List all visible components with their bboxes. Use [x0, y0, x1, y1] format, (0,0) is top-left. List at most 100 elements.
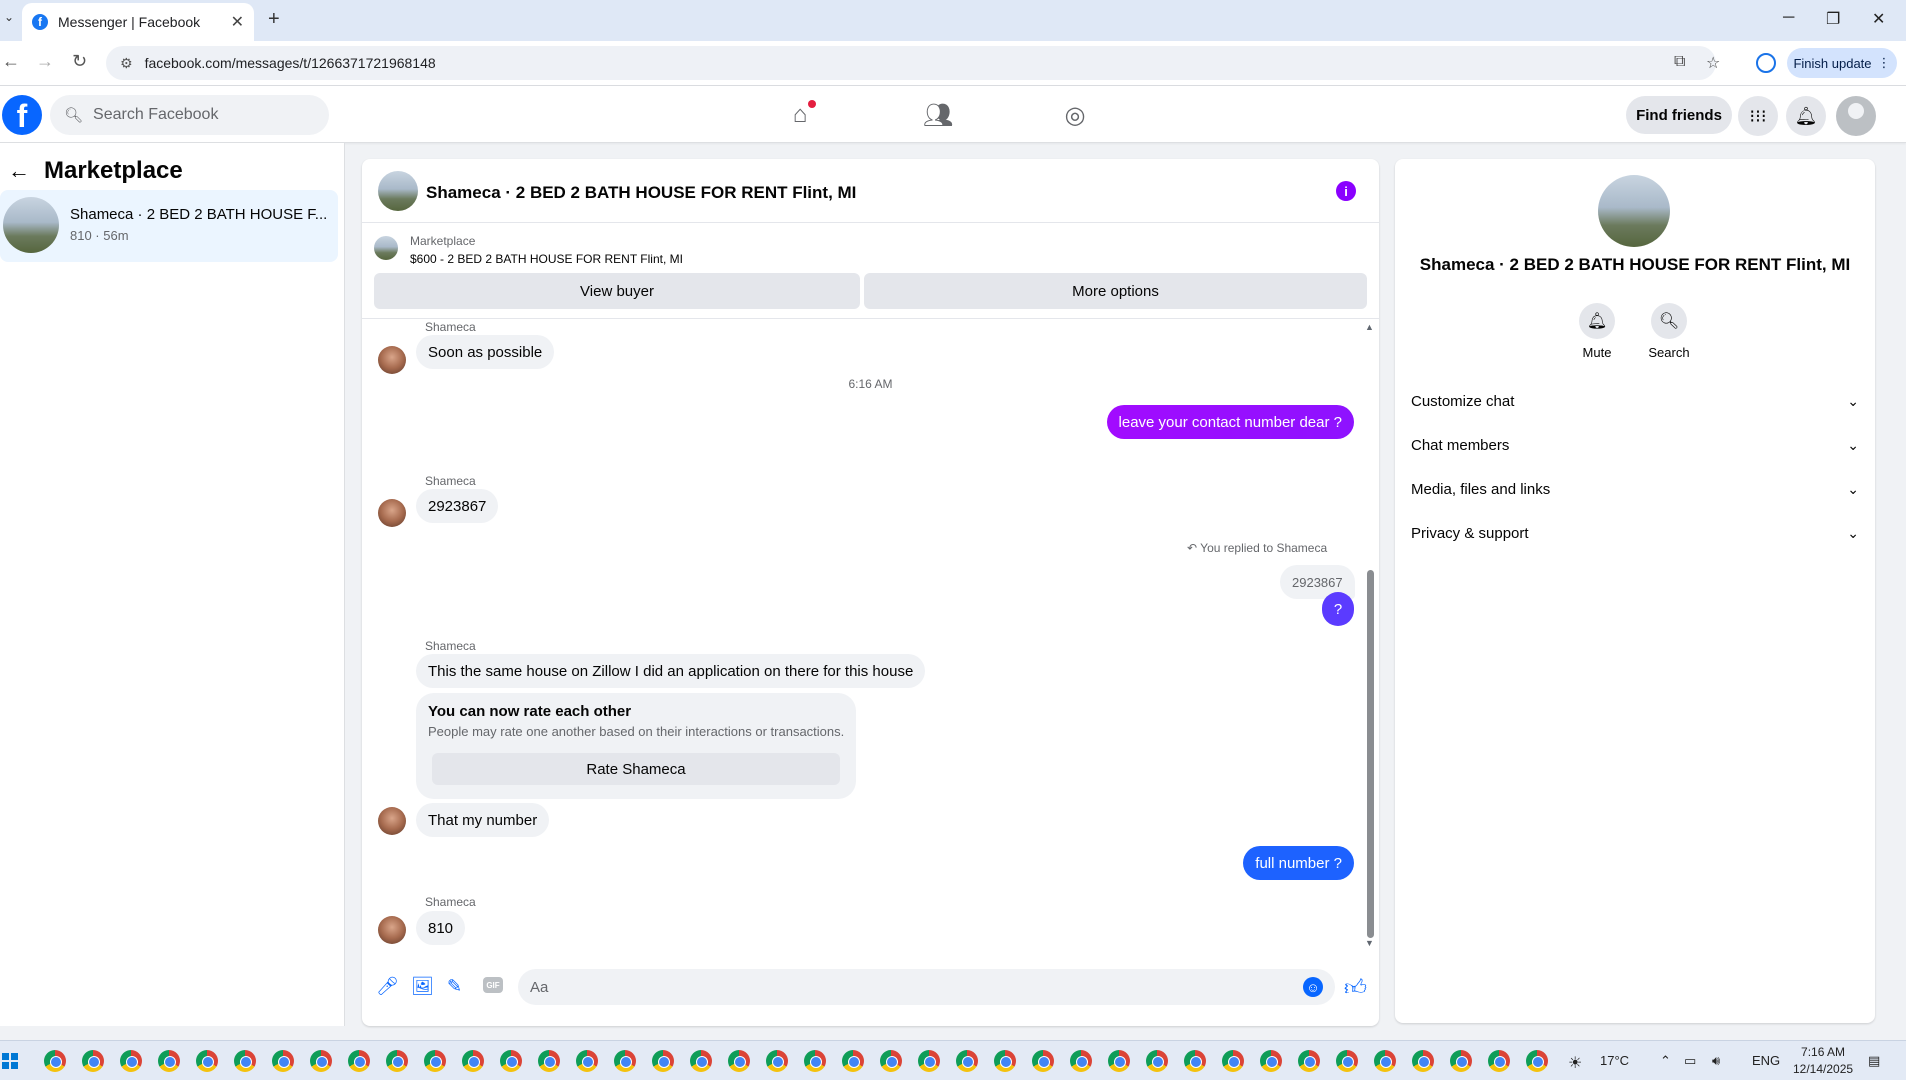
show-hidden-icons-icon[interactable]: ⌃: [1660, 1053, 1671, 1069]
incoming-message[interactable]: That my number: [416, 803, 550, 837]
taskbar-app-icon[interactable]: [82, 1050, 104, 1072]
chat-title[interactable]: Shameca · 2 BED 2 BATH HOUSE FOR RENT Fl…: [426, 183, 856, 203]
taskbar-app-icon[interactable]: [1298, 1050, 1320, 1072]
thumbs-up-icon[interactable]: 👍︎: [1344, 974, 1367, 1001]
forward-icon[interactable]: →: [36, 51, 54, 72]
taskbar-app-icon[interactable]: [1184, 1050, 1206, 1072]
taskbar-app-icon[interactable]: [234, 1050, 256, 1072]
taskbar-app-icon[interactable]: [196, 1050, 218, 1072]
taskbar-app-icon[interactable]: [994, 1050, 1016, 1072]
taskbar-app-icon[interactable]: [1260, 1050, 1282, 1072]
minimize-icon[interactable]: ─: [1783, 9, 1794, 27]
taskbar-app-icon[interactable]: [614, 1050, 636, 1072]
message-list[interactable]: Shameca Soon as possible 6:16 AM leave y…: [362, 320, 1379, 950]
account-avatar[interactable]: [1836, 96, 1876, 136]
taskbar-app-icon[interactable]: [652, 1050, 674, 1072]
facebook-search-input[interactable]: 🔍︎ Search Facebook: [50, 95, 329, 135]
customize-chat-row[interactable]: Customize chat ⌄: [1411, 379, 1859, 423]
chat-members-row[interactable]: Chat members ⌄: [1411, 423, 1859, 467]
scroll-down-icon[interactable]: ▼: [1365, 938, 1374, 948]
close-tab-icon[interactable]: ✕: [231, 12, 244, 32]
taskbar-app-icon[interactable]: [1374, 1050, 1396, 1072]
install-app-icon[interactable]: ⧉: [1674, 53, 1685, 71]
more-options-button[interactable]: More options: [864, 273, 1367, 309]
incoming-message[interactable]: This the same house on Zillow I did an a…: [416, 654, 926, 688]
taskbar-app-icon[interactable]: [918, 1050, 940, 1072]
gif-icon[interactable]: GIF: [483, 977, 503, 993]
taskbar-app-icon[interactable]: [44, 1050, 66, 1072]
notifications-bell-icon[interactable]: 🔔︎: [1786, 96, 1826, 136]
taskbar-app-icon[interactable]: [1450, 1050, 1472, 1072]
emoji-icon[interactable]: ☺: [1303, 977, 1323, 997]
taskbar-app-icon[interactable]: [1032, 1050, 1054, 1072]
rate-shameca-button[interactable]: Rate Shameca: [432, 753, 840, 785]
outgoing-message[interactable]: leave your contact number dear ?: [1106, 405, 1354, 439]
outgoing-message[interactable]: full number ?: [1243, 846, 1354, 880]
sender-avatar[interactable]: [378, 499, 406, 527]
details-thumbnail[interactable]: [1598, 175, 1670, 247]
volume-icon[interactable]: 🔊︎: [1712, 1053, 1720, 1069]
taskbar-app-icon[interactable]: [1146, 1050, 1168, 1072]
tab-search-chevron-icon[interactable]: ⌄: [0, 10, 18, 24]
outgoing-message[interactable]: ?: [1322, 592, 1354, 626]
media-files-links-row[interactable]: Media, files and links ⌄: [1411, 467, 1859, 511]
message-input[interactable]: Aa ☺: [518, 969, 1335, 1005]
message-scrollbar[interactable]: ▲ ▼: [1365, 320, 1375, 950]
info-icon[interactable]: i: [1336, 181, 1356, 201]
photo-icon[interactable]: 🖼︎: [411, 976, 434, 997]
incoming-message[interactable]: 810: [416, 911, 466, 945]
chat-thumbnail[interactable]: [378, 171, 418, 211]
taskbar-app-icon[interactable]: [462, 1050, 484, 1072]
taskbar-app-icon[interactable]: [1070, 1050, 1092, 1072]
browser-tab[interactable]: f Messenger | Facebook ✕: [22, 3, 254, 41]
incoming-message[interactable]: Soon as possible: [416, 335, 555, 369]
taskbar-clock[interactable]: 7:16 AM 12/14/2025: [1793, 1044, 1853, 1078]
taskbar-app-icon[interactable]: [1488, 1050, 1510, 1072]
sticker-icon[interactable]: ✎: [447, 976, 462, 997]
mute-button[interactable]: 🔔︎ Mute: [1557, 303, 1637, 360]
taskbar-app-icon[interactable]: [1336, 1050, 1358, 1072]
find-friends-button[interactable]: Find friends: [1626, 96, 1732, 134]
network-icon[interactable]: ▭: [1684, 1053, 1696, 1069]
friends-icon[interactable]: 👥︎: [923, 100, 953, 130]
groups-icon[interactable]: ◎: [1060, 100, 1090, 130]
facebook-logo-icon[interactable]: f: [2, 95, 42, 135]
taskbar-app-icon[interactable]: [576, 1050, 598, 1072]
bookmark-star-icon[interactable]: ☆: [1706, 53, 1720, 73]
taskbar-app-icon[interactable]: [766, 1050, 788, 1072]
taskbar-app-icon[interactable]: [386, 1050, 408, 1072]
site-info-icon[interactable]: ⚙: [120, 55, 133, 72]
sender-avatar[interactable]: [378, 807, 406, 835]
search-button[interactable]: 🔍︎ Search: [1629, 303, 1709, 360]
conversation-list-item[interactable]: Shameca · 2 BED 2 BATH HOUSE F... 810 · …: [0, 190, 338, 262]
taskbar-app-icon[interactable]: [1412, 1050, 1434, 1072]
taskbar-app-icon[interactable]: [1526, 1050, 1548, 1072]
notifications-icon[interactable]: ▤: [1868, 1053, 1880, 1069]
listing-text[interactable]: $600 - 2 BED 2 BATH HOUSE FOR RENT Flint…: [410, 252, 683, 266]
privacy-support-row[interactable]: Privacy & support ⌄: [1411, 511, 1859, 555]
taskbar-app-icon[interactable]: [538, 1050, 560, 1072]
microphone-icon[interactable]: 🎤︎: [376, 976, 399, 997]
taskbar-app-icon[interactable]: [310, 1050, 332, 1072]
restore-icon[interactable]: ❐: [1826, 9, 1840, 29]
taskbar-app-icon[interactable]: [804, 1050, 826, 1072]
taskbar-app-icon[interactable]: [1108, 1050, 1130, 1072]
menu-grid-icon[interactable]: ⁝⁝⁝: [1738, 96, 1778, 136]
taskbar-app-icon[interactable]: [272, 1050, 294, 1072]
scroll-up-icon[interactable]: ▲: [1365, 322, 1374, 332]
taskbar-app-icon[interactable]: [158, 1050, 180, 1072]
address-bar[interactable]: ⚙ facebook.com/messages/t/12663717219681…: [106, 46, 1720, 80]
windows-start-icon[interactable]: [2, 1053, 18, 1069]
close-window-icon[interactable]: ✕: [1872, 9, 1885, 29]
taskbar-app-icon[interactable]: [880, 1050, 902, 1072]
taskbar-app-icon[interactable]: [728, 1050, 750, 1072]
weather-icon[interactable]: ☀: [1568, 1053, 1582, 1073]
taskbar-app-icon[interactable]: [956, 1050, 978, 1072]
back-arrow-icon[interactable]: ←: [8, 158, 30, 184]
taskbar-app-icon[interactable]: [424, 1050, 446, 1072]
browser-profile-icon[interactable]: [1756, 53, 1776, 73]
back-icon[interactable]: ←: [2, 51, 20, 72]
view-buyer-button[interactable]: View buyer: [374, 273, 860, 309]
taskbar-app-icon[interactable]: [1222, 1050, 1244, 1072]
taskbar-app-icon[interactable]: [690, 1050, 712, 1072]
